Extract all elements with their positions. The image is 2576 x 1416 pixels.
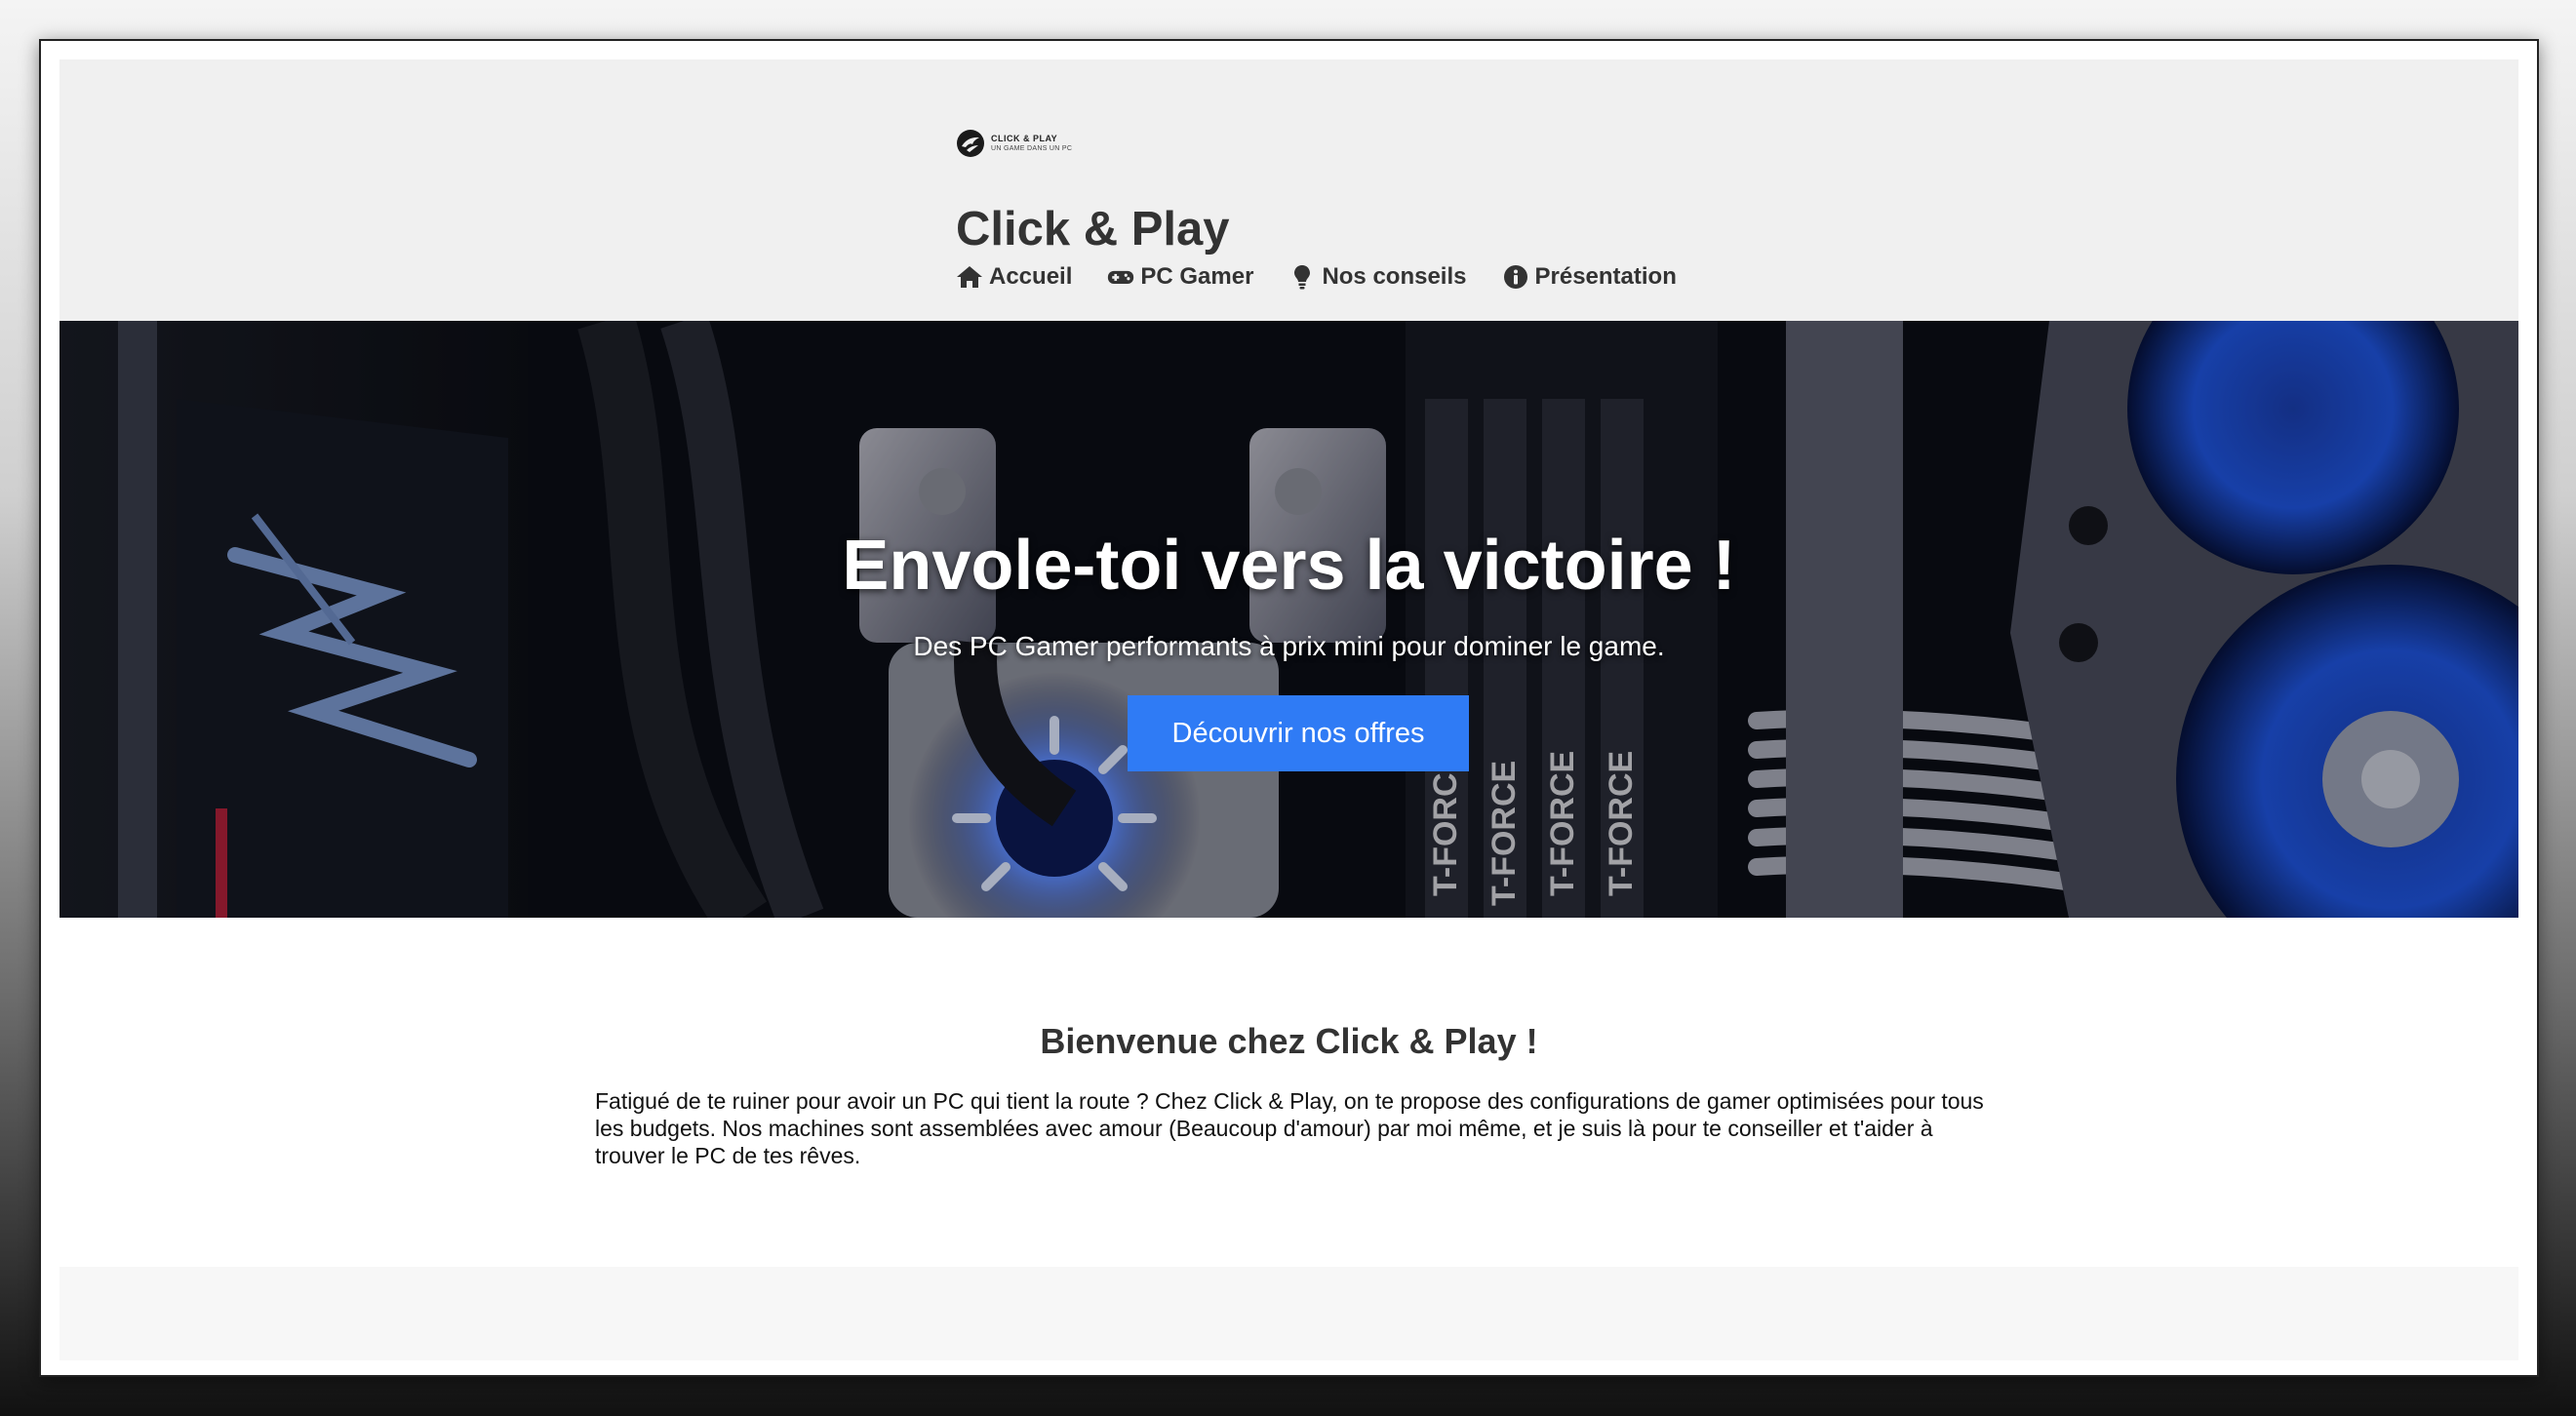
logo-tagline: UN GAME DANS UN PC (991, 145, 1073, 152)
nav-item-label: Présentation (1534, 263, 1677, 290)
info-icon (1503, 265, 1527, 289)
hero-subtitle: Des PC Gamer performants à prix mini pou… (913, 631, 1665, 661)
nav-item-label: PC Gamer (1140, 263, 1254, 290)
home-icon (957, 266, 982, 288)
lightbulb-icon (1294, 265, 1311, 290)
welcome-heading: Bienvenue chez Click & Play ! (1040, 1021, 1538, 1061)
hero-background-image: T-FORCE T-FORCE T-FORCE T-FORCE (59, 321, 2518, 918)
eagle-logo-icon (957, 130, 984, 157)
site-header: CLICK & PLAY UN GAME DANS UN PC Click & … (59, 59, 2518, 321)
site-title: Click & Play (956, 203, 1230, 256)
hero-title: Envole-toi vers la victoire ! (842, 527, 1736, 605)
nav-item-label: Accueil (989, 263, 1073, 290)
nav-item-accueil[interactable]: Accueil (956, 263, 1072, 291)
nav-item-presentation[interactable]: Présentation (1502, 263, 1677, 291)
nav-item-label: Nos conseils (1322, 263, 1467, 290)
browser-window: CLICK & PLAY UN GAME DANS UN PC Click & … (39, 39, 2539, 1377)
main-nav: Accueil PC Gamer Nos conseils Présentati… (956, 263, 1677, 291)
hero-banner: T-FORCE T-FORCE T-FORCE T-FORCE Envole-t… (59, 321, 2518, 918)
site-logo[interactable]: CLICK & PLAY UN GAME DANS UN PC (956, 129, 1072, 158)
nav-item-pc-gamer[interactable]: PC Gamer (1107, 263, 1253, 291)
discover-offers-button[interactable]: Découvrir nos offres (1128, 695, 1469, 771)
intro-paragraph: Fatigué de te ruiner pour avoir un PC qu… (595, 1088, 1984, 1168)
gamepad-icon (1108, 270, 1134, 284)
logo-name: CLICK & PLAY (991, 134, 1058, 143)
site-footer (59, 1267, 2518, 1360)
web-page: CLICK & PLAY UN GAME DANS UN PC Click & … (59, 59, 2518, 1360)
nav-item-nos-conseils[interactable]: Nos conseils (1288, 263, 1467, 291)
